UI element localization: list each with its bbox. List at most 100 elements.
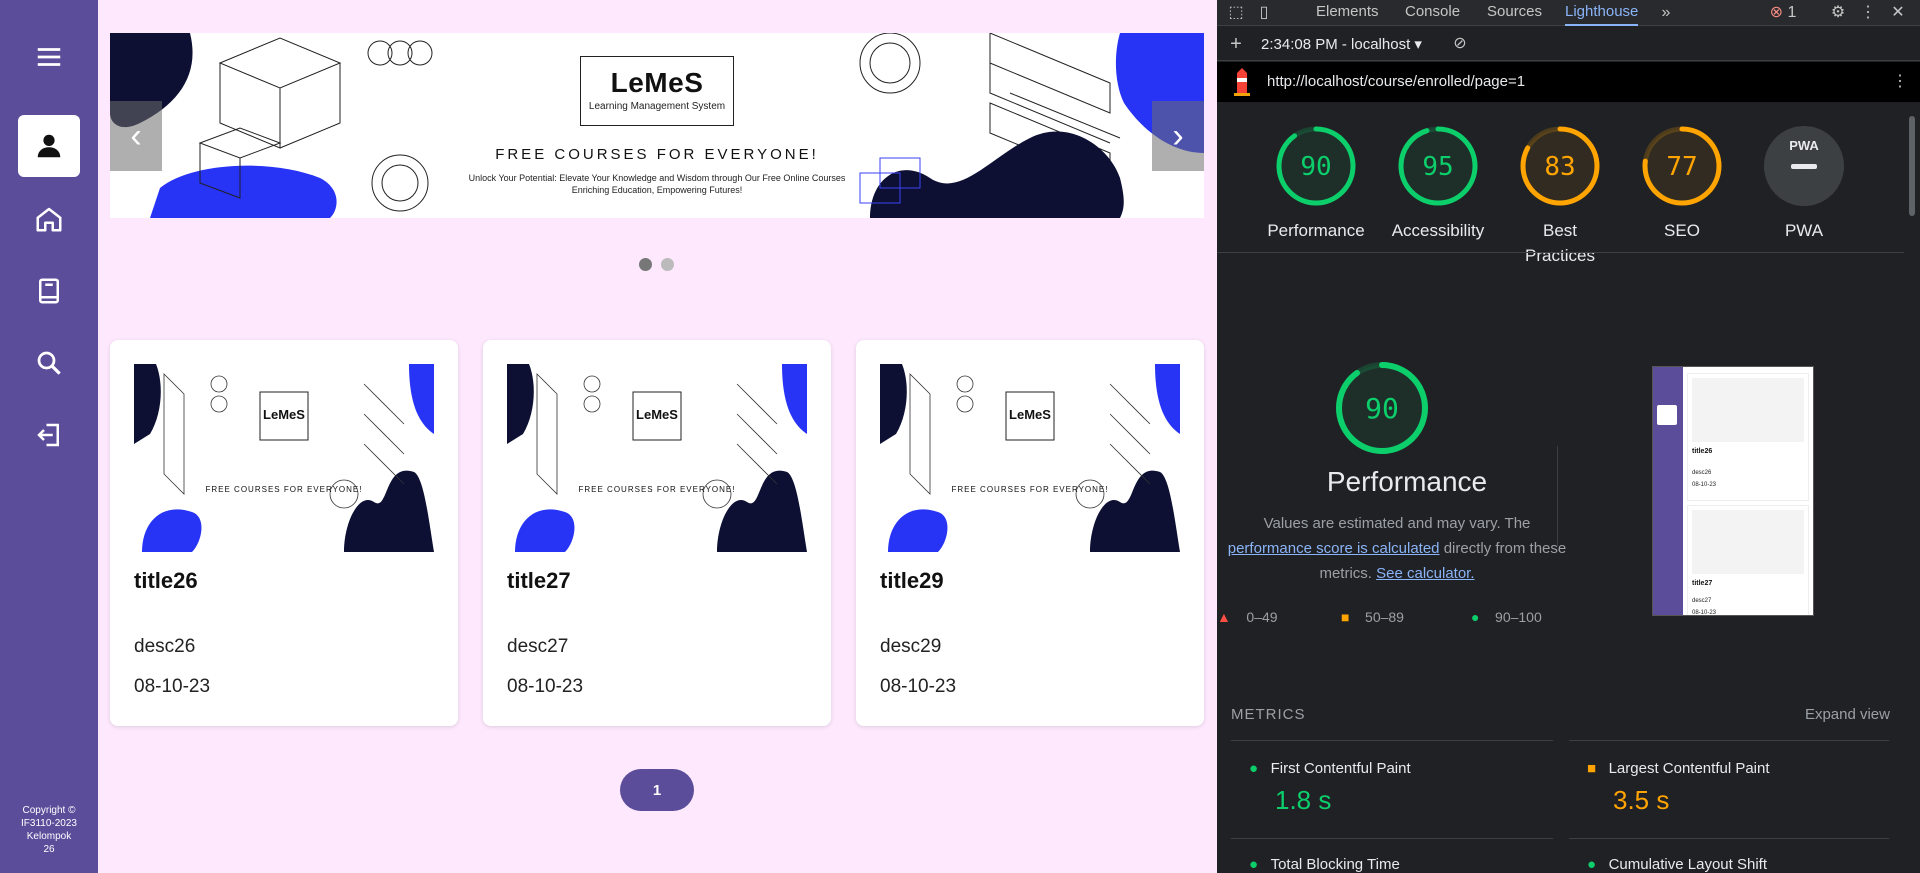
- metric-name: Cumulative Layout Shift: [1608, 856, 1767, 873]
- profile-button[interactable]: [18, 115, 80, 177]
- tab-sources[interactable]: Sources: [1487, 0, 1542, 26]
- score-ring: 83: [1520, 126, 1600, 206]
- score-label: Accessibility: [1391, 221, 1485, 240]
- circle-icon: ●: [1587, 856, 1597, 873]
- legend-pass: ● 90–100: [1471, 609, 1542, 625]
- more-options-icon[interactable]: ⋮: [1857, 2, 1879, 24]
- thumbnail-card: title26 desc26 08-10-23: [1687, 373, 1809, 501]
- tab-console[interactable]: Console: [1405, 0, 1460, 26]
- user-icon: [37, 134, 61, 158]
- metric-divider: [1231, 838, 1553, 839]
- report-url-bar: http://localhost/course/enrolled/page=1 …: [1217, 62, 1920, 102]
- devtools-scrollbar[interactable]: [1904, 102, 1920, 873]
- course-card[interactable]: LeMeS FREE COURSES FOR EVERYONE! title26 …: [110, 340, 458, 726]
- chevron-left-icon: ‹: [130, 116, 142, 155]
- report-menu-icon[interactable]: ⋮: [1889, 71, 1911, 93]
- score-value: 90: [1300, 152, 1331, 182]
- lighthouse-toolbar: + 2:34:08 PM - localhost ▾ ⊘: [1217, 27, 1920, 61]
- course-date: 08-10-23: [507, 676, 584, 697]
- app-window: Copyright © IF3110-2023 Kelompok 26 LeMe…: [0, 0, 1920, 873]
- score-value: 95: [1422, 152, 1453, 182]
- carousel-indicator[interactable]: [661, 258, 674, 271]
- course-description: desc26: [134, 636, 196, 657]
- home-button[interactable]: [18, 188, 80, 250]
- gauge-pwa[interactable]: PWA PWA: [1743, 124, 1865, 243]
- chevron-right-icon: ›: [1172, 116, 1184, 155]
- score-ring: 90: [1276, 126, 1356, 206]
- metric-tbt: ● Total Blocking Time: [1249, 856, 1400, 873]
- inspect-element-icon[interactable]: ⬚: [1225, 2, 1247, 24]
- page-screenshot-thumbnail[interactable]: title26 desc26 08-10-23 title27 desc27 0…: [1652, 366, 1814, 616]
- legend-fail: ▲ 0–49: [1217, 609, 1278, 625]
- clear-reports-icon[interactable]: ⊘: [1449, 33, 1471, 55]
- device-toolbar-icon[interactable]: ▯: [1253, 2, 1275, 24]
- report-time: 2:34:08 PM - localhost: [1261, 36, 1411, 53]
- course-description: desc27: [507, 636, 569, 657]
- metric-divider: [1231, 740, 1553, 741]
- thumbnail-date: 08-10-23: [1692, 482, 1717, 488]
- search-button[interactable]: [18, 332, 80, 394]
- devtools-panel: ⬚ ▯ Elements Console Sources Lighthouse …: [1217, 0, 1920, 873]
- scrollbar-thumb[interactable]: [1909, 116, 1915, 216]
- error-count: 1: [1787, 4, 1797, 21]
- page-number: 1: [652, 781, 662, 799]
- score-calculation-link[interactable]: performance score is calculated: [1228, 540, 1440, 557]
- error-icon: ⊗: [1769, 4, 1784, 21]
- more-tabs-icon[interactable]: »: [1655, 2, 1677, 24]
- circle-icon: ●: [1249, 760, 1259, 777]
- courses-button[interactable]: [18, 260, 80, 322]
- thumbnail-image: [1692, 510, 1804, 574]
- report-selector[interactable]: 2:34:08 PM - localhost ▾: [1261, 35, 1422, 53]
- tab-elements[interactable]: Elements: [1316, 0, 1379, 26]
- expand-view-link[interactable]: Expand view: [1805, 706, 1890, 723]
- hamburger-menu-icon: [37, 48, 61, 66]
- menu-button[interactable]: [18, 26, 80, 88]
- gauge-best-practices[interactable]: 83 Best Practices: [1499, 124, 1621, 268]
- banner-tagline: Enriching Education, Empowering Futures!: [571, 185, 743, 195]
- banner-description: Unlock Your Potential: Elevate Your Know…: [468, 173, 846, 183]
- course-date: 08-10-23: [134, 676, 211, 697]
- close-devtools-icon[interactable]: ✕: [1887, 2, 1909, 24]
- metric-name: First Contentful Paint: [1270, 760, 1411, 777]
- error-counter[interactable]: ⊗ 1: [1763, 2, 1803, 24]
- metric-lcp: ■ Largest Contentful Paint 3.5 s: [1587, 760, 1770, 816]
- copyright-line: 26: [43, 844, 55, 855]
- dropdown-arrow-icon: ▾: [1414, 36, 1422, 53]
- course-card[interactable]: LeMeS FREE COURSES FOR EVERYONE! title29 …: [856, 340, 1204, 726]
- gauge-performance[interactable]: 90 Performance: [1255, 124, 1377, 243]
- course-thumbnail: LeMeS FREE COURSES FOR EVERYONE!: [880, 364, 1180, 552]
- settings-gear-icon[interactable]: ⚙: [1827, 2, 1849, 24]
- score-ring: 77: [1642, 126, 1722, 206]
- circle-icon: ●: [1249, 856, 1259, 873]
- score-label: PWA: [1784, 221, 1824, 240]
- copyright-line: IF3110-2023: [21, 818, 77, 829]
- tab-lighthouse[interactable]: Lighthouse: [1565, 0, 1639, 26]
- carousel-next-button[interactable]: ›: [1152, 101, 1204, 171]
- lighthouse-logo-icon: [1234, 68, 1250, 96]
- gauge-accessibility[interactable]: 95 Accessibility: [1377, 124, 1499, 243]
- book-icon: [39, 278, 59, 304]
- carousel-prev-button[interactable]: ‹: [110, 101, 162, 171]
- see-calculator-link[interactable]: See calculator.: [1376, 565, 1474, 582]
- banner-headline: FREE COURSES FOR EVERYONE!: [495, 146, 819, 163]
- pagination-page-button[interactable]: 1: [620, 769, 694, 811]
- course-title: title27: [507, 568, 571, 593]
- carousel-indicator-active[interactable]: [639, 258, 652, 271]
- pwa-badge-text: PWA: [1789, 138, 1819, 153]
- new-report-icon[interactable]: +: [1225, 33, 1247, 55]
- banner-carousel: LeMeS Learning Management System FREE CO…: [110, 33, 1204, 218]
- course-card[interactable]: LeMeS FREE COURSES FOR EVERYONE! title27 …: [483, 340, 831, 726]
- gauge-seo[interactable]: 77 SEO: [1621, 124, 1743, 243]
- course-thumbnail: LeMeS FREE COURSES FOR EVERYONE!: [134, 364, 434, 552]
- main-content: LeMeS Learning Management System FREE CO…: [98, 0, 1217, 873]
- copyright-line: Copyright ©: [22, 805, 76, 816]
- performance-score: 90: [1365, 392, 1399, 425]
- thumbnail-image: [1692, 378, 1804, 442]
- svg-text:FREE COURSES FOR EVERYONE!: FREE COURSES FOR EVERYONE!: [579, 485, 736, 494]
- thumbnail-card: title27 desc27 08-10-23: [1687, 505, 1809, 615]
- logout-button[interactable]: [18, 404, 80, 466]
- vertical-divider: [1557, 446, 1558, 546]
- legend-average: ■ 50–89: [1341, 609, 1404, 625]
- score-label: SEO: [1664, 221, 1700, 240]
- score-ring: 95: [1398, 126, 1478, 206]
